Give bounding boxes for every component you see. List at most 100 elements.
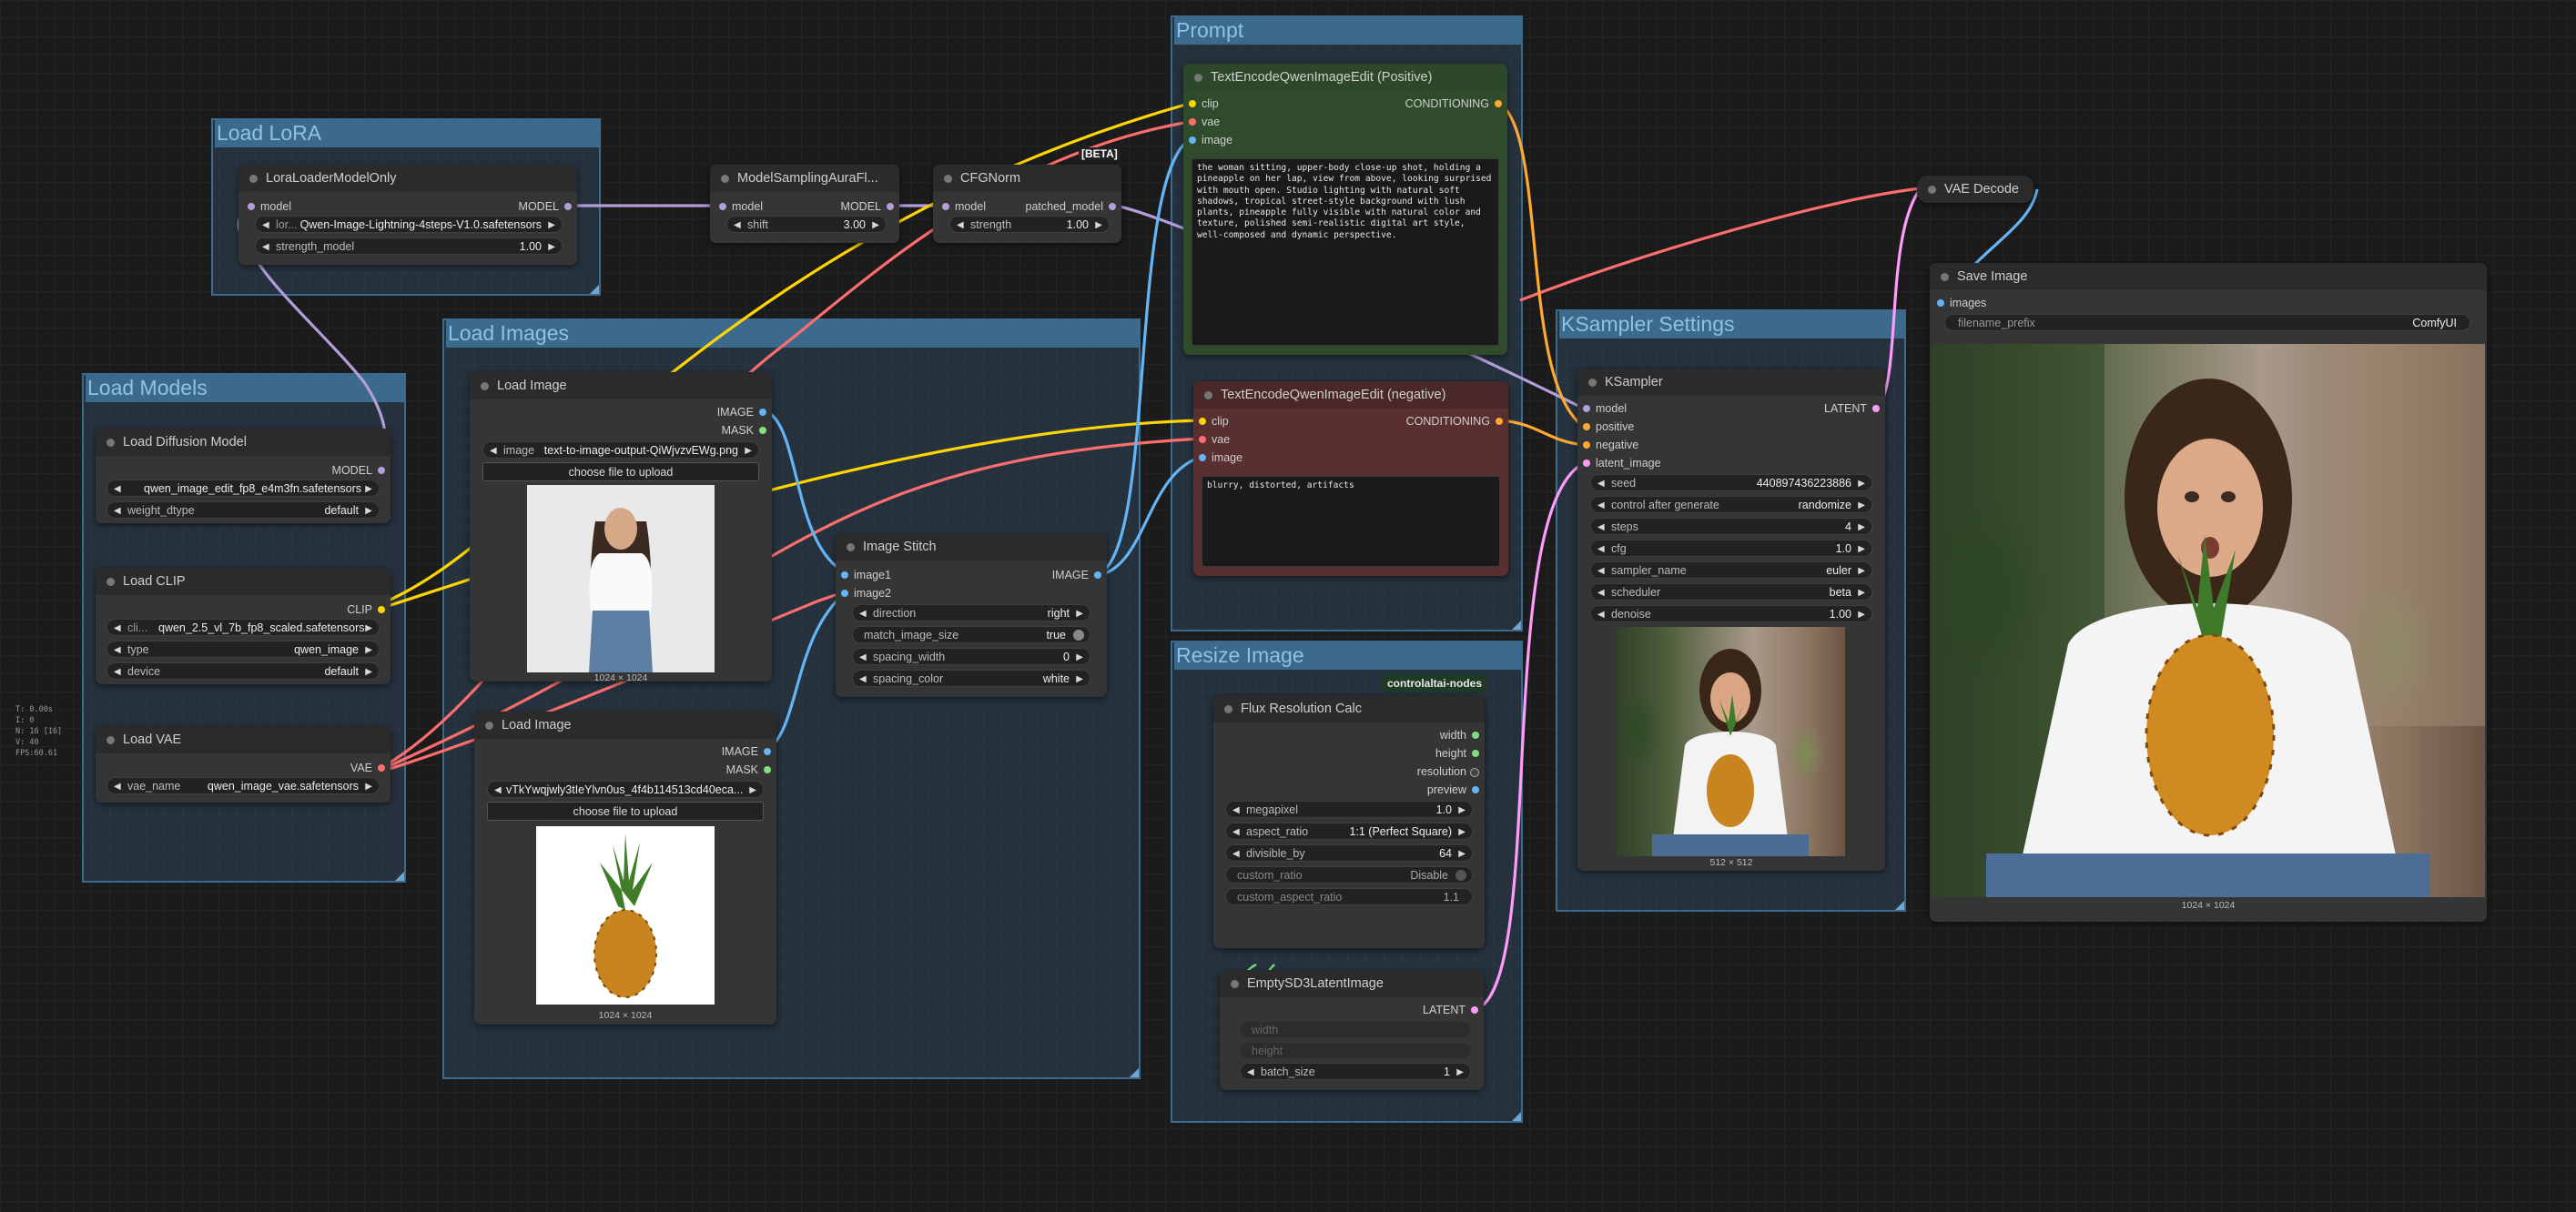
output-latent[interactable]: LATENT: [1423, 1003, 1478, 1017]
output-preview[interactable]: preview: [1427, 783, 1479, 797]
node-load-diffusion-model[interactable]: Load Diffusion Model MODEL ◀ qwen_image_e…: [96, 429, 390, 523]
collapse-dot[interactable]: [944, 175, 952, 183]
collapse-dot[interactable]: [1941, 273, 1949, 281]
resize-handle[interactable]: [1130, 1068, 1139, 1077]
output-height[interactable]: height: [1435, 746, 1479, 761]
collapse-dot[interactable]: [481, 382, 489, 390]
input-vae[interactable]: vae: [1199, 432, 1230, 447]
spacing-color-combo[interactable]: ◀ spacing_color white ▶: [852, 670, 1090, 687]
node-flux-resolution-calc[interactable]: Flux Resolution Calc width height resolu…: [1213, 695, 1485, 948]
cfg-widget[interactable]: ◀ cfg 1.0 ▶: [1590, 540, 1872, 557]
input-image1[interactable]: image1: [841, 568, 891, 582]
output-conditioning[interactable]: CONDITIONING: [1406, 414, 1503, 429]
node-text-encode-negative[interactable]: TextEncodeQwenImageEdit (negative) clip …: [1193, 381, 1508, 576]
direction-combo[interactable]: ◀ direction right ▶: [852, 604, 1090, 621]
output-mask[interactable]: MASK: [722, 423, 766, 438]
input-negative[interactable]: negative: [1583, 438, 1638, 452]
node-load-vae[interactable]: Load VAE VAE ◀ vae_name qwen_image_vae.saf…: [96, 726, 390, 803]
device-combo[interactable]: ◀ device default ▶: [106, 662, 380, 680]
image-combo[interactable]: ◀ vTkYwqjwly3tIeYlvn0us_4f4b114513cd40eca…: [487, 781, 764, 798]
upload-button[interactable]: choose file to upload: [482, 462, 759, 481]
node-load-image-2[interactable]: Load Image IMAGE MASK ◀ vTkYwqjwly3tIeYlv…: [474, 712, 776, 1025]
collapse-dot[interactable]: [106, 439, 115, 447]
denoise-widget[interactable]: ◀ denoise 1.00 ▶: [1590, 605, 1872, 622]
positive-prompt-textarea[interactable]: the woman sitting, upper-body close-up s…: [1192, 158, 1499, 346]
clip-name-combo[interactable]: ◀ cli... qwen_2.5_vl_7b_fp8_scaled.safeten…: [106, 619, 380, 636]
output-conditioning[interactable]: CONDITIONING: [1405, 96, 1502, 111]
spacing-width-widget[interactable]: ◀ spacing_width 0 ▶: [852, 648, 1090, 665]
batch-size-widget[interactable]: ◀ batch_size 1 ▶: [1240, 1063, 1471, 1080]
resize-handle[interactable]: [395, 872, 404, 881]
collapse-dot[interactable]: [1928, 186, 1936, 194]
node-text-encode-positive[interactable]: TextEncodeQwenImageEdit (Positive) clip …: [1183, 64, 1507, 355]
output-mask[interactable]: MASK: [726, 763, 771, 777]
output-model[interactable]: MODEL: [841, 199, 894, 214]
vae-name-combo[interactable]: ◀ vae_name qwen_image_vae.safetensors ▶: [106, 777, 380, 794]
resize-handle[interactable]: [1895, 901, 1904, 910]
input-model[interactable]: model: [248, 199, 291, 214]
input-image2[interactable]: image2: [841, 586, 891, 601]
output-model[interactable]: MODEL: [519, 199, 572, 214]
custom-ratio-toggle[interactable]: custom_ratio Disable: [1225, 866, 1473, 884]
node-ksampler[interactable]: KSampler model positive negative latent_…: [1577, 369, 1885, 871]
output-image[interactable]: IMAGE: [1052, 568, 1101, 582]
divisible-by-combo[interactable]: ◀ divisible_by 64 ▶: [1225, 844, 1473, 862]
input-model[interactable]: model: [719, 199, 763, 214]
steps-widget[interactable]: ◀ steps 4 ▶: [1590, 518, 1872, 535]
output-patched-model[interactable]: patched_model: [1026, 199, 1116, 214]
aspect-ratio-combo[interactable]: ◀ aspect_ratio 1:1 (Perfect Square) ▶: [1225, 823, 1473, 840]
filename-prefix-widget[interactable]: filename_prefix ComfyUI: [1944, 314, 2470, 331]
input-positive[interactable]: positive: [1583, 419, 1634, 434]
node-model-sampling[interactable]: ModelSamplingAuraFl... model MODEL ◀ shif…: [710, 165, 899, 243]
height-input-widget[interactable]: height: [1240, 1042, 1471, 1059]
sampler-name-combo[interactable]: ◀ sampler_name euler ▶: [1590, 561, 1872, 579]
input-clip[interactable]: clip: [1199, 414, 1229, 429]
scheduler-combo[interactable]: ◀ scheduler beta ▶: [1590, 583, 1872, 601]
collapse-dot[interactable]: [485, 722, 493, 730]
collapse-dot[interactable]: [1231, 980, 1239, 988]
output-image[interactable]: IMAGE: [717, 405, 766, 419]
output-vae[interactable]: VAE: [350, 761, 385, 775]
lora-name-combo[interactable]: ◀ lor... Qwen-Image-Lightning-4steps-V1.0.…: [255, 216, 563, 233]
input-images[interactable]: images: [1937, 296, 1986, 310]
upload-button[interactable]: choose file to upload: [487, 802, 764, 821]
collapse-dot[interactable]: [106, 736, 115, 744]
node-cfgnorm[interactable]: CFGNorm model patched_model ◀ strength 1.0…: [933, 165, 1121, 243]
output-image[interactable]: IMAGE: [722, 744, 771, 759]
output-resolution[interactable]: resolution: [1417, 764, 1479, 779]
input-clip[interactable]: clip: [1189, 96, 1219, 111]
strength-model-widget[interactable]: ◀ strength_model 1.00 ▶: [255, 237, 563, 255]
resize-handle[interactable]: [1512, 1112, 1521, 1121]
strength-widget[interactable]: ◀ strength 1.00 ▶: [949, 216, 1110, 233]
input-model[interactable]: model: [1583, 401, 1627, 416]
input-vae[interactable]: vae: [1189, 115, 1220, 129]
resize-handle[interactable]: [590, 285, 599, 294]
unet-name-combo[interactable]: ◀ qwen_image_edit_fp8_e4m3fn.safetensors ▶: [106, 480, 380, 497]
type-combo[interactable]: ◀ type qwen_image ▶: [106, 641, 380, 658]
node-empty-sd3-latent[interactable]: EmptySD3LatentImage LATENT width height …: [1220, 970, 1484, 1090]
collapse-dot[interactable]: [1224, 705, 1232, 713]
collapse-dot[interactable]: [1588, 379, 1597, 387]
negative-prompt-textarea[interactable]: blurry, distorted, artifacts: [1202, 476, 1500, 567]
input-latent-image[interactable]: latent_image: [1583, 456, 1661, 470]
seed-widget[interactable]: ◀ seed 440897436223886 ▶: [1590, 474, 1872, 491]
match-image-size-toggle[interactable]: match_image_size true: [852, 626, 1090, 643]
node-vae-decode[interactable]: VAE Decode: [1917, 176, 2033, 203]
collapse-dot[interactable]: [106, 578, 115, 586]
node-load-clip[interactable]: Load CLIP CLIP ◀ cli... qwen_2.5_vl_7b_fp8…: [96, 568, 390, 684]
control-after-generate-combo[interactable]: ◀ control after generate randomize ▶: [1590, 496, 1872, 513]
node-load-image-1[interactable]: Load Image IMAGE MASK ◀ image text-to-imag…: [470, 372, 772, 683]
node-lora-loader[interactable]: LoraLoaderModelOnly model MODEL ◀ lor... Q…: [238, 165, 577, 265]
output-clip[interactable]: CLIP: [347, 602, 385, 617]
output-width[interactable]: width: [1440, 728, 1479, 742]
input-image[interactable]: image: [1199, 450, 1242, 465]
width-input-widget[interactable]: width: [1240, 1021, 1471, 1038]
node-save-image[interactable]: Save Image images filename_prefix ComfyUI…: [1930, 263, 2487, 922]
shift-widget[interactable]: ◀ shift 3.00 ▶: [726, 216, 887, 233]
collapse-dot[interactable]: [847, 543, 855, 551]
output-latent[interactable]: LATENT: [1824, 401, 1880, 416]
collapse-dot[interactable]: [1194, 74, 1202, 82]
custom-aspect-ratio-widget[interactable]: custom_aspect_ratio 1.1: [1225, 888, 1473, 905]
megapixel-combo[interactable]: ◀ megapixel 1.0 ▶: [1225, 801, 1473, 818]
resize-handle[interactable]: [1512, 621, 1521, 630]
